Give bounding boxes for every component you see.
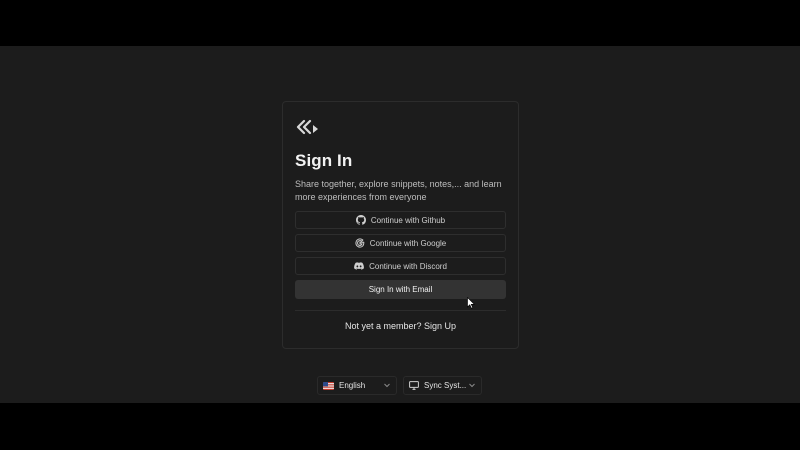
- language-select[interactable]: English: [317, 376, 397, 395]
- continue-google-label: Continue with Google: [369, 238, 447, 248]
- continue-discord-button[interactable]: Continue with Discord: [295, 257, 506, 275]
- chevron-down-icon: [469, 383, 475, 388]
- signin-email-label: Sign In with Email: [368, 285, 433, 294]
- signup-link[interactable]: Sign Up: [424, 321, 456, 331]
- page-subtitle: Share together, explore snippets, notes,…: [295, 179, 502, 202]
- chevrons-logo-icon: [296, 119, 318, 135]
- mouse-cursor-icon: [467, 297, 475, 309]
- chevron-down-icon: [384, 383, 390, 388]
- theme-select[interactable]: Sync Syst...: [403, 376, 482, 395]
- signin-card: Sign In Share together, explore snippets…: [282, 101, 519, 349]
- signin-page: Sign In Share together, explore snippets…: [0, 46, 800, 403]
- language-value: English: [339, 381, 366, 390]
- monitor-icon: [409, 381, 419, 390]
- signup-prompt-text: Not yet a member?: [344, 321, 422, 331]
- continue-google-button[interactable]: Continue with Google: [295, 234, 506, 252]
- google-icon: [355, 238, 365, 248]
- us-flag-icon: [323, 381, 334, 390]
- theme-value: Sync Syst...: [424, 381, 467, 390]
- divider: [295, 310, 506, 311]
- signup-prompt: Not yet a member? Sign Up: [283, 321, 518, 331]
- continue-github-button[interactable]: Continue with Github: [295, 211, 506, 229]
- page-title: Sign In: [295, 151, 353, 170]
- continue-github-label: Continue with Github: [370, 215, 446, 225]
- github-icon: [355, 215, 366, 225]
- continue-discord-label: Continue with Discord: [369, 261, 447, 271]
- letterbox-top: [0, 0, 800, 46]
- discord-icon: [354, 262, 365, 270]
- letterbox-bottom: [0, 403, 800, 450]
